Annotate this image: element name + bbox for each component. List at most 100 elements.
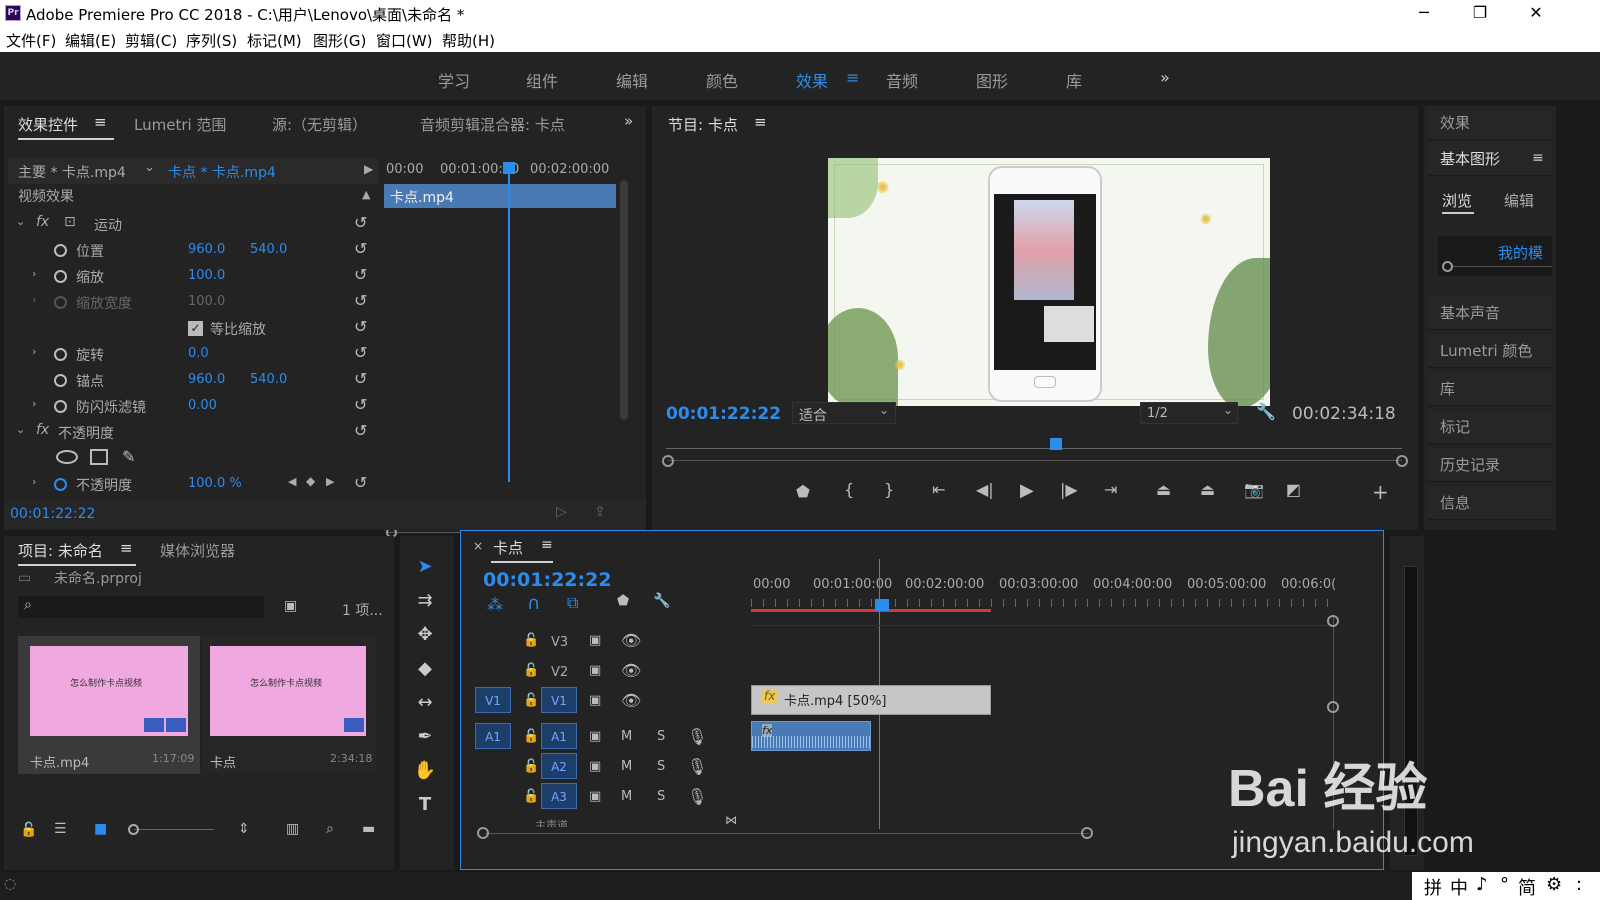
expand-icon[interactable]: › [32, 345, 36, 358]
markers-tab[interactable]: 标记 [1428, 410, 1552, 444]
pen-mask-icon[interactable]: ✎ [122, 447, 135, 466]
libraries-tab[interactable]: 库 [1428, 372, 1552, 406]
resolution-dropdown[interactable]: 1/2 ⌄ [1140, 402, 1238, 424]
stopwatch-icon[interactable] [54, 270, 67, 283]
snap-icon[interactable]: ∩ [527, 593, 540, 614]
opacity-section-row[interactable]: ⌄ fx 不透明度 ↺ [4, 420, 380, 446]
eye-icon[interactable]: 👁 [621, 631, 641, 650]
timeline-timecode[interactable]: 00:01:22:22 [483, 569, 612, 591]
tab-project[interactable]: 项目: 未命名 [18, 540, 103, 561]
ime-chinese[interactable]: 中 [1450, 874, 1468, 900]
master-track-end-icon[interactable]: ⋈ [725, 813, 737, 827]
ellipse-mask-icon[interactable] [56, 450, 78, 464]
list-view-icon[interactable]: ☰ [54, 821, 67, 837]
ime-more[interactable]: : [1576, 874, 1582, 895]
scale-value[interactable]: 100.0 [188, 268, 225, 283]
microphone-icon[interactable]: 🎙 [687, 727, 707, 746]
extract-icon[interactable]: ⏏ [1200, 480, 1215, 499]
menu-file[interactable]: 文件(F) [6, 30, 56, 51]
add-keyframe-icon[interactable]: ◆ [306, 474, 315, 488]
add-marker-icon[interactable]: ⬟ [617, 593, 629, 609]
clip-bar[interactable]: 卡点.mp4 [384, 184, 616, 208]
track-target-a3[interactable]: A3 [541, 783, 577, 809]
menu-sequence[interactable]: 序列(S) [186, 30, 237, 51]
program-timecode[interactable]: 00:01:22:22 [666, 404, 781, 424]
mark-in-icon[interactable]: { [844, 480, 854, 499]
ime-simplified[interactable]: 简 [1518, 874, 1536, 900]
step-back-icon[interactable]: ◀| [976, 480, 994, 499]
rectangle-mask-icon[interactable] [90, 449, 108, 465]
menu-help[interactable]: 帮助(H) [442, 30, 495, 51]
vertical-zoom-handle[interactable] [1327, 701, 1339, 713]
work-area-bar[interactable] [751, 609, 991, 612]
program-monitor-title[interactable]: 节目: 卡点 [668, 114, 738, 135]
project-search-input[interactable]: ⌕ [18, 596, 264, 618]
timeline-ruler[interactable]: 00:00 00:01:00:00 00:02:00:00 00:03:00:0… [751, 573, 1336, 613]
menu-clip[interactable]: 剪辑(C) [125, 30, 177, 51]
selection-tool-icon[interactable]: ➤ [410, 552, 440, 582]
tab-effect-controls[interactable]: 效果控件 [18, 114, 78, 135]
microphone-icon[interactable]: 🎙 [687, 757, 707, 776]
prev-keyframe-icon[interactable]: ◀ [288, 475, 296, 488]
zoom-handle-right[interactable] [1396, 455, 1408, 467]
audio-clip[interactable]: fx [751, 721, 871, 751]
workspace-audio[interactable]: 音频 [886, 68, 918, 92]
hand-tool-icon[interactable]: ✋ [410, 756, 440, 786]
sync-lock-icon[interactable]: ▣ [589, 663, 601, 678]
lumetri-color-tab[interactable]: Lumetri 颜色 [1428, 334, 1552, 368]
program-zoom-bar[interactable] [662, 454, 1408, 468]
opacity-value[interactable]: 100.0 % [188, 476, 242, 491]
stopwatch-icon[interactable] [54, 348, 67, 361]
slip-tool-icon[interactable]: ↔ [410, 688, 440, 718]
reset-icon[interactable]: ↺ [354, 395, 367, 414]
lock-icon[interactable]: 🔓 [523, 759, 539, 774]
track-target-a2[interactable]: A2 [541, 753, 577, 779]
panel-menu-icon[interactable]: ≡ [120, 539, 133, 557]
horizontal-zoom-track[interactable] [485, 833, 1089, 834]
restore-icon[interactable]: ❐ [1458, 2, 1502, 26]
menu-marker[interactable]: 标记(M) [247, 30, 302, 51]
workspace-learning[interactable]: 学习 [438, 68, 470, 92]
mark-out-icon[interactable]: } [884, 480, 894, 499]
menu-edit[interactable]: 编辑(E) [65, 30, 116, 51]
minimize-icon[interactable]: ─ [1402, 2, 1446, 26]
new-bin-from-search-icon[interactable]: ▣ [284, 598, 297, 614]
ime-settings-icon[interactable]: ⚙ [1546, 874, 1562, 895]
step-forward-icon[interactable]: |▶ [1060, 480, 1078, 499]
lock-icon[interactable]: 🔓 [523, 663, 539, 678]
mute-button[interactable]: M [621, 729, 632, 744]
workspace-graphics[interactable]: 图形 [976, 68, 1008, 92]
uniform-scale-checkbox[interactable]: ✓ [188, 321, 203, 336]
button-editor-icon[interactable]: + [1372, 480, 1389, 504]
timeline-playhead[interactable] [875, 599, 889, 611]
export-frame-icon[interactable]: 📷 [1244, 480, 1264, 499]
fit-dropdown[interactable]: 适合 ⌄ [792, 402, 896, 424]
zoom-handle-left[interactable] [662, 455, 674, 467]
close-icon[interactable]: × [473, 539, 483, 553]
next-keyframe-icon[interactable]: ▶ [326, 475, 334, 488]
browse-tab[interactable]: 浏览 [1442, 190, 1472, 211]
go-to-out-icon[interactable]: ⇥ [1104, 480, 1117, 499]
flicker-value[interactable]: 0.00 [188, 398, 217, 413]
stopwatch-icon[interactable] [54, 374, 67, 387]
lift-icon[interactable]: ⏏ [1156, 480, 1171, 499]
panel-menu-icon[interactable]: ≡ [1532, 150, 1544, 166]
workspace-effects[interactable]: 效果 [796, 68, 828, 92]
lock-icon[interactable]: 🔓 [523, 789, 539, 804]
lock-icon[interactable]: 🔓 [20, 822, 37, 838]
lock-icon[interactable]: 🔓 [523, 693, 539, 708]
type-tool-icon[interactable]: T [410, 790, 440, 820]
program-video-frame[interactable]: ✺ ✺ ✺ [828, 158, 1270, 406]
menu-graphics[interactable]: 图形(G) [313, 30, 366, 51]
sync-lock-icon[interactable]: ▣ [589, 789, 601, 804]
clip-label[interactable]: 卡点 * 卡点.mp4 [168, 162, 276, 182]
chevron-up-icon[interactable]: ▲ [362, 188, 370, 201]
reset-icon[interactable]: ↺ [354, 265, 367, 284]
reset-icon[interactable]: ↺ [354, 473, 367, 492]
source-patch-v1[interactable]: V1 [475, 687, 511, 713]
mute-button[interactable]: M [621, 789, 632, 804]
sync-lock-icon[interactable]: ▣ [589, 729, 601, 744]
razor-tool-icon[interactable]: ◆ [410, 654, 440, 684]
panel-menu-icon[interactable]: ≡ [754, 113, 767, 131]
ripple-edit-tool-icon[interactable]: ✥ [410, 620, 440, 650]
